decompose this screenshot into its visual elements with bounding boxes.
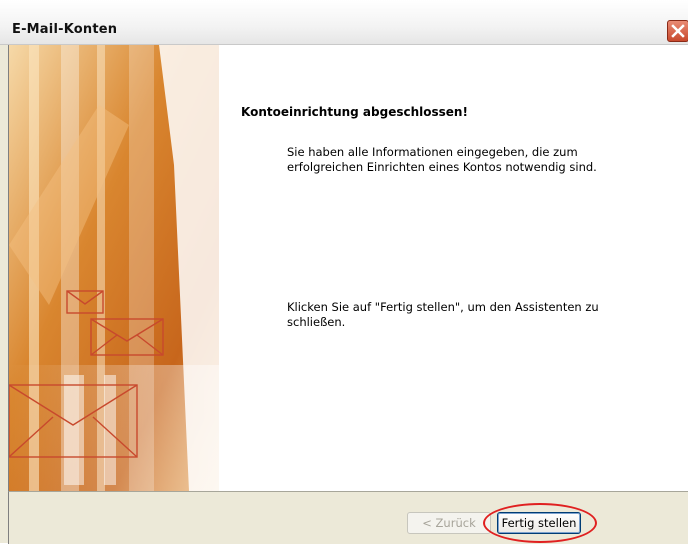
title-bar: E-Mail-Konten (0, 0, 688, 45)
window-title: E-Mail-Konten (12, 22, 118, 37)
wizard-side-illustration (9, 45, 219, 491)
info-text: Sie haben alle Informationen eingegeben,… (287, 145, 597, 174)
back-button[interactable]: < Zurück (407, 512, 491, 534)
email-accounts-dialog: E-Mail-Konten Kontoeinrichtung abgeschlo… (0, 0, 688, 544)
close-icon (671, 24, 685, 38)
finish-button[interactable]: Fertig stellen (497, 512, 581, 534)
completion-heading: Kontoeinrichtung abgeschlossen! (241, 105, 468, 119)
wizard-content: Kontoeinrichtung abgeschlossen! Sie habe… (8, 45, 688, 491)
instruction-text: Klicken Sie auf "Fertig stellen", um den… (287, 300, 599, 329)
wizard-button-bar: < Zurück Fertig stellen (8, 491, 688, 544)
close-button[interactable] (667, 20, 688, 42)
